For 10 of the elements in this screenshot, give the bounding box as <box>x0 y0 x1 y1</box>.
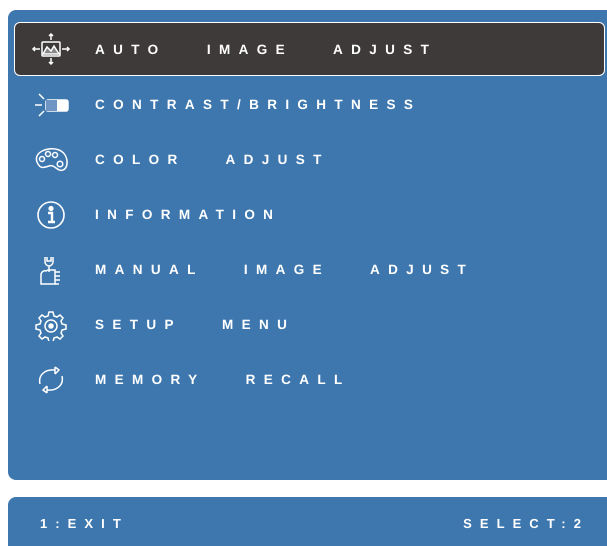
menu-item[interactable]: AUTO IMAGE ADJUST <box>14 22 605 76</box>
menu-item[interactable]: SETUP MENU <box>14 297 605 352</box>
menu-item[interactable]: MANUAL IMAGE ADJUST <box>14 242 605 297</box>
menu-item[interactable]: COLOR ADJUST <box>14 132 605 187</box>
monitor-arrows-icon <box>31 33 71 65</box>
menu-item[interactable]: MEMORY RECALL <box>14 352 605 407</box>
menu-item[interactable]: INFORMATION <box>14 187 605 242</box>
exit-hint: 1:EXIT <box>40 516 129 531</box>
select-hint: SELECT:2 <box>463 516 589 531</box>
menu-item[interactable]: CONTRAST/BRIGHTNESS <box>14 77 605 132</box>
